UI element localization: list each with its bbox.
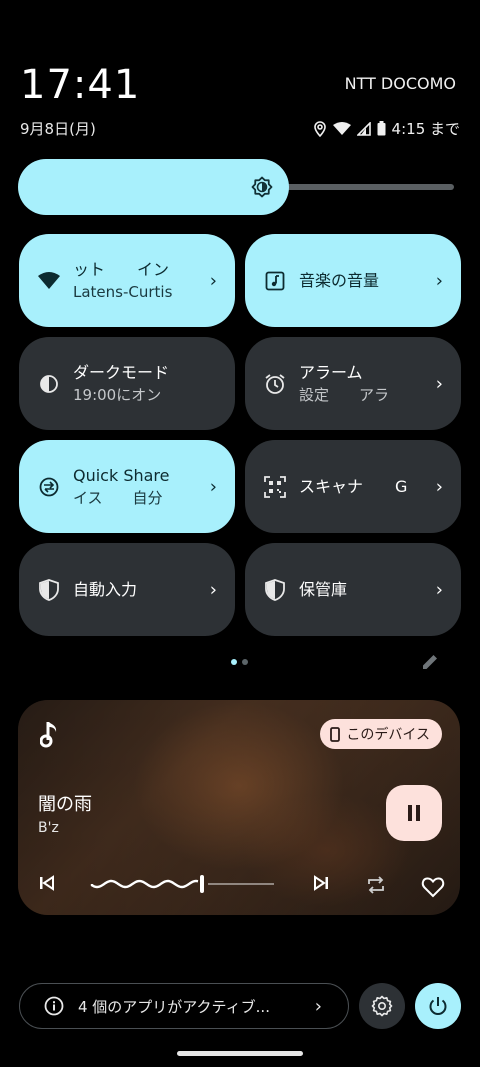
brightness-slider[interactable] bbox=[18, 159, 454, 215]
tile-title: ダークモード bbox=[73, 362, 170, 382]
output-device-label: このデバイス bbox=[346, 727, 430, 743]
brightness-track[interactable] bbox=[278, 184, 454, 190]
pause-icon bbox=[408, 805, 420, 821]
chevron-right-icon: › bbox=[435, 270, 443, 291]
quick-share-icon bbox=[38, 476, 60, 498]
page-dot-active bbox=[231, 659, 237, 665]
gesture-home-bar[interactable] bbox=[177, 1051, 303, 1056]
chevron-right-icon: › bbox=[314, 995, 322, 1017]
shield-icon bbox=[264, 578, 286, 601]
tile-dark-mode[interactable]: ダークモード 19:00にオン bbox=[19, 337, 235, 430]
active-apps-button[interactable]: 4 個のアプリがアクティブ... › bbox=[19, 983, 349, 1029]
clock[interactable]: 17:41 bbox=[20, 62, 140, 108]
brightness-icon bbox=[251, 176, 273, 198]
tile-subtitle: 19:00にオン bbox=[73, 385, 162, 404]
music-note-icon bbox=[264, 270, 286, 292]
settings-button[interactable] bbox=[359, 983, 405, 1029]
wifi-status-icon bbox=[332, 121, 351, 135]
location-icon bbox=[313, 120, 326, 137]
media-player-card[interactable]: このデバイス 闇の雨 B'z bbox=[18, 700, 460, 915]
app-music-note-icon bbox=[40, 722, 57, 748]
tile-title: アラーム bbox=[299, 362, 363, 382]
song-title: 闇の雨 bbox=[38, 794, 92, 815]
tile-title: 音楽の音量 bbox=[299, 270, 380, 290]
tile-subtitle: イス 自分 bbox=[73, 488, 163, 507]
wifi-icon bbox=[38, 270, 60, 292]
brightness-fill[interactable] bbox=[18, 159, 289, 215]
status-icons: 4:15 まで bbox=[313, 118, 460, 139]
tile-alarm[interactable]: アラーム 設定 アラ › bbox=[245, 337, 461, 430]
skip-next-icon[interactable] bbox=[312, 874, 330, 892]
tile-title: スキャナ G bbox=[299, 476, 408, 496]
contrast-icon bbox=[38, 373, 60, 395]
alarm-icon bbox=[264, 373, 286, 395]
repeat-icon[interactable] bbox=[366, 876, 386, 894]
battery-time: 4:15 まで bbox=[391, 120, 460, 138]
active-apps-label: 4 個のアプリがアクティブ... bbox=[78, 997, 270, 1016]
chevron-right-icon: › bbox=[435, 373, 443, 394]
qr-scanner-icon bbox=[264, 475, 286, 498]
seek-bar[interactable] bbox=[90, 872, 276, 896]
tile-music-volume[interactable]: 音楽の音量 › bbox=[245, 234, 461, 327]
power-button[interactable] bbox=[415, 983, 461, 1029]
chevron-right-icon: › bbox=[209, 270, 217, 291]
tile-internet[interactable]: ット イン Latens-Curtis › bbox=[19, 234, 235, 327]
tile-qr-scanner[interactable]: スキャナ G › bbox=[245, 440, 461, 533]
tile-autofill[interactable]: 自動入力 › bbox=[19, 543, 235, 636]
tile-subtitle: Latens-Curtis bbox=[73, 282, 173, 301]
tile-subtitle: 設定 アラ bbox=[299, 385, 390, 404]
gear-icon bbox=[371, 995, 393, 1017]
tile-title: 自動入力 bbox=[73, 579, 138, 599]
carrier-name: NTT DOCOMO bbox=[344, 74, 456, 93]
skip-previous-icon[interactable] bbox=[38, 874, 56, 892]
date[interactable]: 9月8日(月) bbox=[20, 118, 96, 139]
phone-icon bbox=[330, 726, 341, 742]
seek-thumb[interactable] bbox=[200, 875, 204, 893]
battery-icon bbox=[377, 121, 386, 136]
cellular-signal-icon bbox=[356, 121, 371, 136]
page-indicator bbox=[231, 659, 248, 665]
seek-played-wave bbox=[90, 879, 199, 889]
tile-title: Quick Share bbox=[73, 465, 170, 485]
tile-vault[interactable]: 保管庫 › bbox=[245, 543, 461, 636]
output-device-chip[interactable]: このデバイス bbox=[320, 719, 442, 749]
heart-icon[interactable] bbox=[421, 876, 445, 898]
artist-name: B'z bbox=[38, 820, 59, 836]
page-dot bbox=[242, 659, 248, 665]
chevron-right-icon: › bbox=[435, 476, 443, 497]
tile-quick-share[interactable]: Quick Share イス 自分 › bbox=[19, 440, 235, 533]
tile-title: ット イン bbox=[73, 259, 170, 279]
power-icon bbox=[429, 997, 447, 1015]
chevron-right-icon: › bbox=[435, 579, 443, 600]
pause-button[interactable] bbox=[386, 785, 442, 841]
shield-icon bbox=[38, 578, 60, 601]
edit-pencil-icon[interactable] bbox=[420, 652, 440, 672]
info-icon bbox=[44, 996, 64, 1016]
chevron-right-icon: › bbox=[209, 476, 217, 497]
tile-title: 保管庫 bbox=[299, 579, 348, 599]
chevron-right-icon: › bbox=[209, 579, 217, 600]
